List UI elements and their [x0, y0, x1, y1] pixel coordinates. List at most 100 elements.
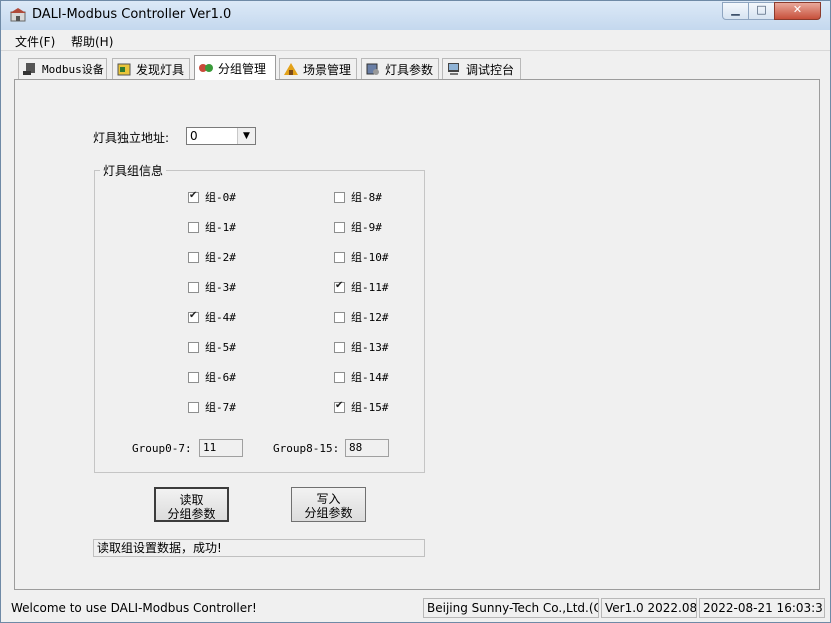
window-title: DALI-Modbus Controller Ver1.0: [32, 7, 232, 22]
tab-strip: Modbus设备 发现灯具 分组管理 场景管理 灯具参数 调试控台: [14, 55, 820, 80]
checkbox-box[interactable]: [334, 191, 345, 203]
result-message: 读取组设置数据，成功!: [93, 539, 425, 557]
group-checkbox[interactable]: 组-14#: [334, 370, 389, 384]
group-checkbox[interactable]: 组-7#: [188, 400, 236, 414]
read-button-line1: 读取: [179, 493, 204, 507]
close-icon: ✕: [792, 3, 803, 16]
read-button-line2: 分组参数: [167, 507, 216, 521]
tab-scene-management[interactable]: 场景管理: [279, 58, 357, 79]
checkbox-box[interactable]: [334, 221, 345, 233]
group-checkbox[interactable]: 组-9#: [334, 220, 382, 234]
checkbox-box[interactable]: [188, 401, 199, 413]
menu-help[interactable]: 帮助(H): [71, 33, 113, 50]
group-checkbox[interactable]: 组-13#: [334, 340, 389, 354]
checkbox-box[interactable]: [334, 371, 345, 383]
app-icon: [10, 8, 26, 22]
maximize-button[interactable]: □: [748, 2, 775, 20]
group-checkbox[interactable]: 组-15#: [334, 400, 389, 414]
tab-discover-lamps[interactable]: 发现灯具: [112, 58, 190, 79]
checkbox-box[interactable]: [188, 371, 199, 383]
group-checkbox[interactable]: 组-3#: [188, 280, 236, 294]
group8-15-label: Group8-15:: [273, 442, 340, 455]
checkbox-box[interactable]: [334, 341, 345, 353]
status-version: Ver1.0 2022.08: [601, 598, 697, 618]
checkbox-box[interactable]: [188, 341, 199, 353]
group-checkbox-label: 组-6#: [205, 371, 236, 384]
group-checkbox[interactable]: 组-1#: [188, 220, 236, 234]
group-checkbox-label: 组-7#: [205, 401, 236, 414]
group-checkbox-label: 组-14#: [351, 371, 389, 384]
group0-7-field[interactable]: 11: [199, 439, 243, 457]
address-dropdown[interactable]: 0 ▼: [186, 127, 256, 145]
group-checkbox[interactable]: 组-11#: [334, 280, 389, 294]
discover-icon: [117, 63, 131, 76]
group-checkbox-label: 组-1#: [205, 221, 236, 234]
checkbox-box[interactable]: [188, 281, 199, 293]
group-checkbox-label: 组-3#: [205, 281, 236, 294]
tab-lamp-parameters[interactable]: 灯具参数: [361, 58, 439, 79]
group-checkbox-label: 组-5#: [205, 341, 236, 354]
address-label: 灯具独立地址:: [93, 131, 170, 145]
app-window: DALI-Modbus Controller Ver1.0 ▁ □ ✕ 文件(F…: [0, 0, 831, 623]
group-checkbox-label: 组-10#: [351, 251, 389, 264]
parameter-icon: [366, 63, 379, 75]
menu-bar: 文件(F) 帮助(H): [1, 30, 830, 51]
group-checkbox-label: 组-4#: [205, 311, 236, 324]
device-icon: [23, 63, 35, 75]
tab-debug-console[interactable]: 调试控台: [442, 58, 521, 79]
group-checkbox[interactable]: 组-5#: [188, 340, 236, 354]
group-icon: [199, 64, 213, 72]
menu-file[interactable]: 文件(F): [15, 33, 55, 50]
status-company: Beijing Sunny-Tech Co.,Ltd.(C): [423, 598, 599, 618]
chevron-down-icon[interactable]: ▼: [237, 128, 255, 144]
maximize-icon: □: [756, 3, 767, 16]
group-checkbox-label: 组-11#: [351, 281, 389, 294]
group-checkbox-label: 组-13#: [351, 341, 389, 354]
status-datetime: 2022-08-21 16:03:31: [699, 598, 825, 618]
checkbox-box[interactable]: [188, 251, 199, 263]
tab-label: 灯具参数: [385, 62, 434, 77]
console-icon: [448, 63, 459, 75]
read-group-params-button[interactable]: 读取 分组参数: [154, 487, 229, 522]
group-checkbox[interactable]: 组-12#: [334, 310, 389, 324]
group-checkbox[interactable]: 组-4#: [188, 310, 236, 324]
minimize-button[interactable]: ▁: [722, 2, 749, 20]
group-checkbox-label: 组-0#: [205, 191, 236, 204]
tab-modbus-device[interactable]: Modbus设备: [18, 58, 107, 79]
group0-7-label: Group0-7:: [132, 442, 192, 455]
group-checkbox[interactable]: 组-0#: [188, 190, 236, 204]
tab-label: 调试控台: [466, 62, 515, 77]
write-button-line2: 分组参数: [304, 506, 353, 520]
group-checkbox[interactable]: 组-2#: [188, 250, 236, 264]
checkbox-box[interactable]: [188, 310, 199, 323]
checkbox-box[interactable]: [334, 280, 345, 293]
tab-label: 分组管理: [218, 61, 267, 76]
checkbox-box[interactable]: [188, 190, 199, 203]
status-welcome: Welcome to use DALI-Modbus Controller!: [11, 601, 257, 615]
title-bar[interactable]: DALI-Modbus Controller Ver1.0 ▁ □ ✕: [1, 1, 830, 30]
group-checkbox[interactable]: 组-10#: [334, 250, 389, 264]
group-checkbox-label: 组-8#: [351, 191, 382, 204]
checkbox-box[interactable]: [334, 311, 345, 323]
tab-group-management[interactable]: 分组管理: [194, 55, 276, 80]
group-checkbox-label: 组-9#: [351, 221, 382, 234]
tab-label: Modbus设备: [42, 63, 104, 76]
group-info-title: 灯具组信息: [100, 162, 167, 179]
checkbox-box[interactable]: [334, 251, 345, 263]
checkbox-box[interactable]: [188, 221, 199, 233]
close-button[interactable]: ✕: [774, 2, 821, 20]
group-checkbox[interactable]: 组-6#: [188, 370, 236, 384]
status-bar: Welcome to use DALI-Modbus Controller! B…: [1, 596, 830, 622]
scene-icon: [284, 63, 298, 75]
tab-label: 发现灯具: [136, 62, 185, 77]
minimize-icon: ▁: [731, 3, 740, 16]
group-checkbox-label: 组-2#: [205, 251, 236, 264]
group8-15-field[interactable]: 88: [345, 439, 389, 457]
checkbox-box[interactable]: [334, 400, 345, 413]
address-value: 0: [190, 129, 198, 143]
group-checkbox-label: 组-15#: [351, 401, 389, 414]
write-group-params-button[interactable]: 写入 分组参数: [291, 487, 366, 522]
group-checkbox[interactable]: 组-8#: [334, 190, 382, 204]
write-button-line1: 写入: [316, 492, 341, 506]
group-checkbox-label: 组-12#: [351, 311, 389, 324]
